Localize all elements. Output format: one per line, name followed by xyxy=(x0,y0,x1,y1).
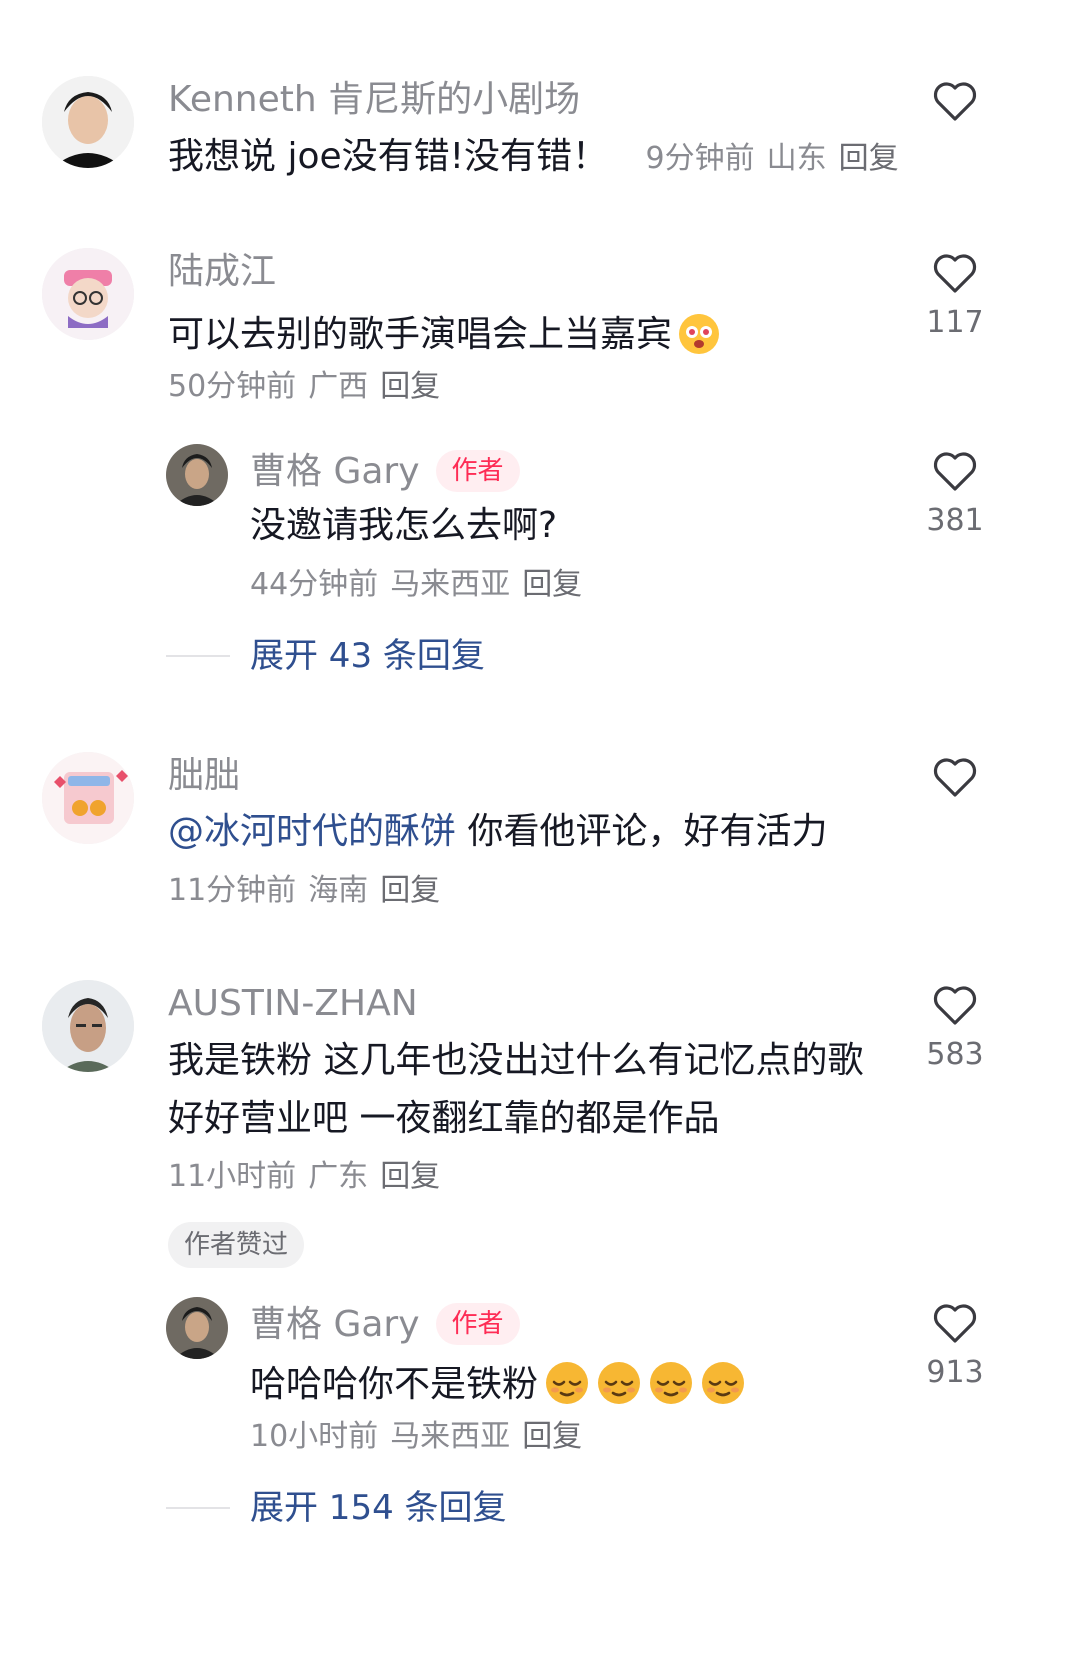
comment-text-content: 可以去别的歌手演唱会上当嘉宾 xyxy=(168,314,673,355)
reply-avatar[interactable] xyxy=(166,1297,228,1359)
emoji-group xyxy=(538,1362,746,1405)
relieved-emoji xyxy=(700,1360,746,1406)
reply-text-content: 哈哈哈你不是铁粉 xyxy=(250,1364,539,1405)
comment-time: 50分钟前 xyxy=(168,369,297,404)
comment-username[interactable]: Kenneth 肯尼斯的小剧场 xyxy=(168,82,580,118)
author-badge: 作者 xyxy=(435,1303,520,1345)
reply-username[interactable]: 曹格 Gary xyxy=(250,1304,420,1345)
comment-location: 广东 xyxy=(308,1159,369,1194)
like-count: 381 xyxy=(926,503,984,538)
reply-button[interactable]: 回复 xyxy=(522,567,582,602)
avatar[interactable] xyxy=(42,980,134,1072)
comment-text-content: 我想说 joe没有错!没有错！ xyxy=(168,136,609,177)
heart-outline-icon xyxy=(933,758,977,797)
like-button[interactable]: 381 xyxy=(910,450,1000,536)
like-button[interactable]: 583 xyxy=(910,984,1000,1070)
like-count: 583 xyxy=(926,1037,984,1072)
heart-outline-icon xyxy=(933,452,977,491)
like-button[interactable] xyxy=(910,80,1000,136)
comment-username[interactable]: 陆成江 xyxy=(168,254,276,290)
heart-outline-icon xyxy=(933,254,977,293)
comment-location: 海南 xyxy=(308,873,369,908)
avatar[interactable] xyxy=(42,248,134,340)
comment-time: 11分钟前 xyxy=(168,873,297,908)
mention-link[interactable]: @冰河时代的酥饼 xyxy=(168,811,456,852)
relieved-emoji xyxy=(596,1360,642,1406)
reply-button[interactable]: 回复 xyxy=(380,369,440,404)
reply-button[interactable]: 回复 xyxy=(522,1419,582,1454)
avatar[interactable] xyxy=(42,76,134,168)
expand-replies-button[interactable]: 展开 43 条回复 xyxy=(250,639,485,673)
reply-text: 哈哈哈你不是铁粉 xyxy=(250,1360,746,1406)
comment-text: 我想说 joe没有错!没有错！ 9分钟前 山东 回复 xyxy=(168,139,911,175)
reply-avatar[interactable] xyxy=(166,444,228,506)
reply-button[interactable]: 回复 xyxy=(839,141,899,176)
comment-meta: 50分钟前 广西 回复 xyxy=(168,372,452,402)
reply-location: 马来西亚 xyxy=(390,567,511,602)
like-button[interactable]: 117 xyxy=(910,252,1000,338)
expand-divider xyxy=(166,655,230,657)
comment-text: @冰河时代的酥饼 你看他评论，好有活力 xyxy=(168,814,827,850)
comment-text-line-1: 我是铁粉 这几年也没出过什么有记忆点的歌 xyxy=(168,1040,864,1081)
heart-outline-icon xyxy=(933,986,977,1025)
author-badge: 作者 xyxy=(435,450,520,492)
expand-divider xyxy=(166,1507,230,1509)
reply-username-row: 曹格 Gary 作者 xyxy=(250,1303,520,1345)
author-liked-chip: 作者赞过 xyxy=(168,1222,305,1268)
relieved-emoji xyxy=(544,1360,590,1406)
like-count: 117 xyxy=(926,305,984,340)
expand-replies-button[interactable]: 展开 154 条回复 xyxy=(250,1491,507,1525)
reply-username[interactable]: 曹格 Gary xyxy=(250,451,420,492)
comment-username[interactable]: AUSTIN-ZHAN xyxy=(168,986,418,1022)
reply-button[interactable]: 回复 xyxy=(380,1159,440,1194)
comment-location: 山东 xyxy=(766,141,827,176)
reply-username-row: 曹格 Gary 作者 xyxy=(250,450,520,492)
reply-time: 10小时前 xyxy=(250,1419,379,1454)
comment-time: 9分钟前 xyxy=(645,141,755,176)
relieved-emoji xyxy=(648,1360,694,1406)
like-button[interactable]: 913 xyxy=(910,1302,1000,1388)
reply-button[interactable]: 回复 xyxy=(380,873,440,908)
reply-location: 马来西亚 xyxy=(390,1419,511,1454)
like-count: 913 xyxy=(926,1355,984,1390)
comment-text: 可以去别的歌手演唱会上当嘉宾 xyxy=(168,310,722,356)
reply-meta: 44分钟前 马来西亚 回复 xyxy=(250,570,594,600)
comment-text-content: 你看他评论，好有活力 xyxy=(456,811,828,852)
grinning-emoji xyxy=(676,310,722,356)
reply-meta: 10小时前 马来西亚 回复 xyxy=(250,1422,594,1452)
reply-text: 没邀请我怎么去啊? xyxy=(250,505,558,546)
avatar[interactable] xyxy=(42,752,134,844)
comment-location: 广西 xyxy=(308,369,369,404)
comment-meta: 11小时前 广东 回复 xyxy=(168,1162,452,1192)
heart-outline-icon xyxy=(933,82,977,121)
comment-text-line-2: 好好营业吧 一夜翻红靠的都是作品 xyxy=(168,1098,720,1139)
heart-outline-icon xyxy=(933,1304,977,1343)
comment-username[interactable]: 朏朏 xyxy=(168,758,240,794)
comment-meta: 11分钟前 海南 回复 xyxy=(168,876,452,906)
reply-time: 44分钟前 xyxy=(250,567,379,602)
comment-time: 11小时前 xyxy=(168,1159,297,1194)
like-button[interactable] xyxy=(910,756,1000,812)
